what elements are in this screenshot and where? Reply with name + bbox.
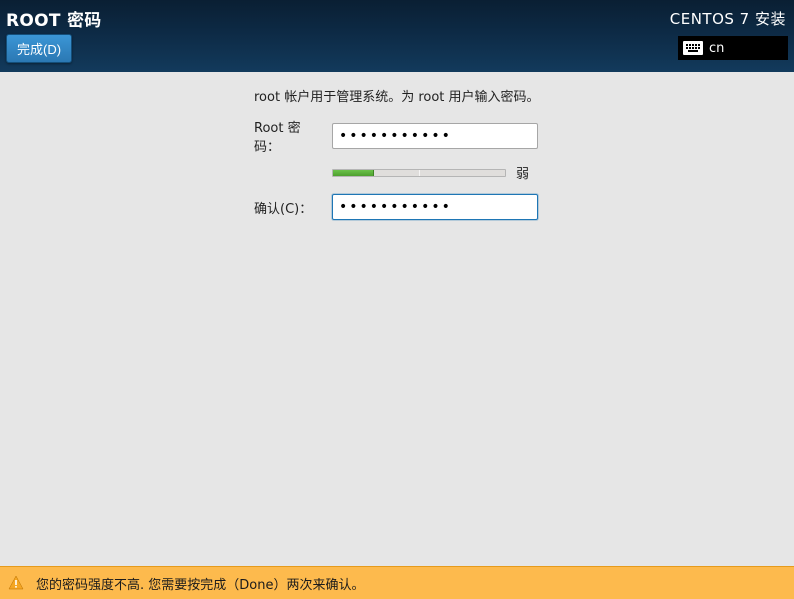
confirm-label: 确认(C)： — [254, 198, 332, 217]
warning-text: 您的密码强度不高. 您需要按完成（Done）两次来确认。 — [36, 574, 364, 593]
keyboard-icon — [683, 41, 703, 55]
installer-header: ROOT 密码 CENTOS 7 安装 完成(D) cn — [0, 0, 794, 72]
installer-brand: CENTOS 7 安装 — [670, 8, 786, 29]
root-password-input[interactable] — [332, 123, 538, 149]
page-title: ROOT 密码 — [6, 6, 102, 31]
password-row: Root 密码： — [254, 117, 774, 155]
warning-icon — [8, 575, 24, 591]
password-strength-meter — [332, 169, 506, 177]
password-strength-row: 弱 — [332, 163, 774, 182]
keyboard-lang-label: cn — [709, 41, 724, 56]
content-area: root 帐户用于管理系统。为 root 用户输入密码。 Root 密码： 弱 … — [0, 72, 794, 566]
password-strength-label: 弱 — [516, 163, 529, 182]
done-button[interactable]: 完成(D) — [6, 34, 72, 63]
confirm-password-input[interactable] — [332, 194, 538, 220]
keyboard-layout-selector[interactable]: cn — [678, 36, 788, 60]
warning-bar: 您的密码强度不高. 您需要按完成（Done）两次来确认。 — [0, 566, 794, 599]
password-label: Root 密码： — [254, 117, 332, 155]
form-description: root 帐户用于管理系统。为 root 用户输入密码。 — [254, 86, 774, 105]
root-password-form: root 帐户用于管理系统。为 root 用户输入密码。 Root 密码： 弱 … — [254, 86, 774, 228]
confirm-row: 确认(C)： — [254, 194, 774, 220]
